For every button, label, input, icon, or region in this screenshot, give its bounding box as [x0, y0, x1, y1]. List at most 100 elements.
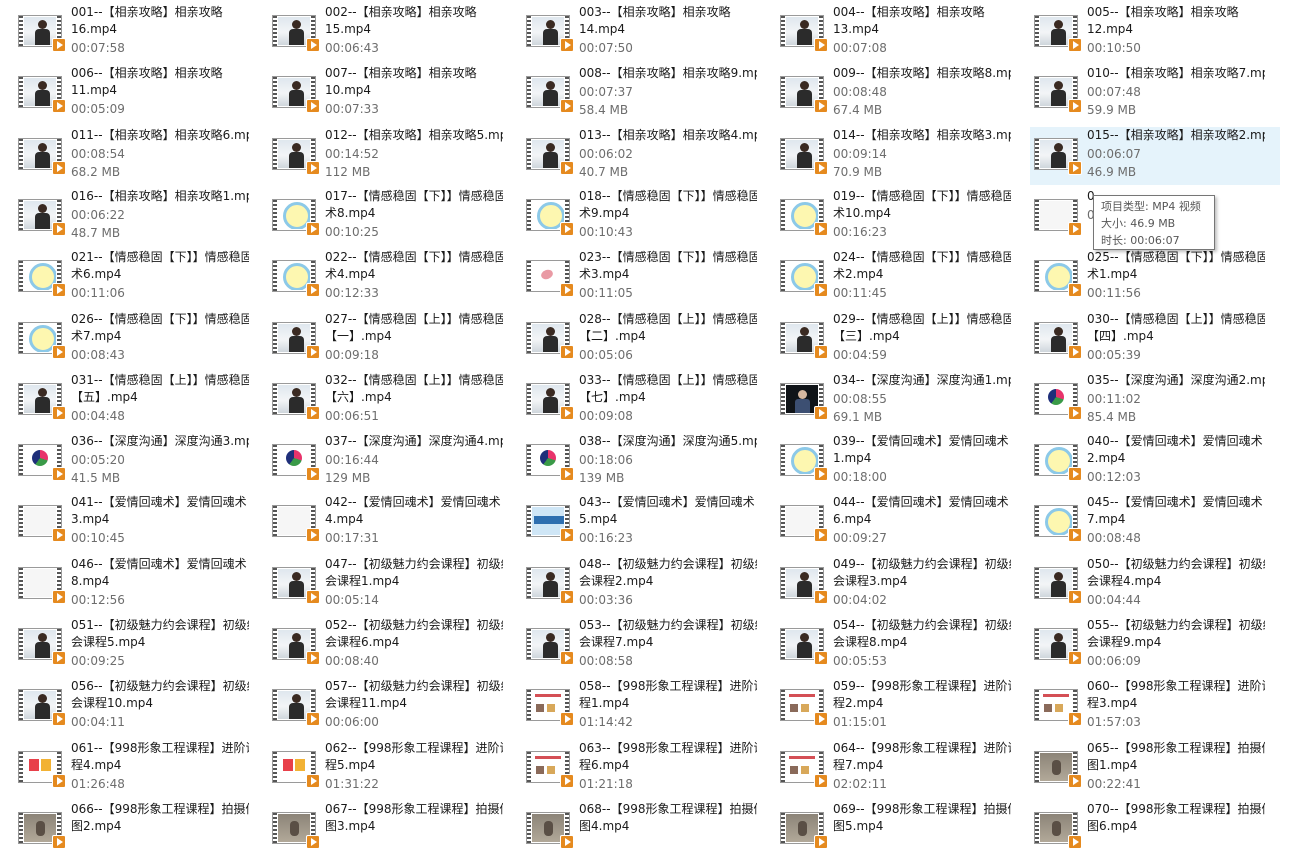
file-item[interactable]: 035--【深度沟通】深度沟通2.mp4 00:11:02 85.4 MB — [1016, 372, 1266, 430]
file-item[interactable]: 053--【初级魅力约会课程】初级约 会课程7.mp4 00:08:58 — [508, 617, 758, 675]
play-badge-icon — [814, 528, 828, 542]
file-item[interactable]: 069--【998形象工程课程】拍摄修 图5.mp4 — [762, 801, 1012, 859]
file-duration: 00:08:48 — [833, 85, 887, 99]
file-item[interactable]: 009--【相亲攻略】相亲攻略8.mp4 00:08:48 67.4 MB — [762, 65, 1012, 123]
video-file-icon — [272, 257, 320, 297]
file-item[interactable]: 051--【初级魅力约会课程】初级约 会课程5.mp4 00:09:25 — [0, 617, 250, 675]
file-name: 010--【相亲攻略】相亲攻略7.mp4 — [1087, 66, 1265, 80]
file-name: 069--【998形象工程课程】拍摄修 图5.mp4 — [833, 802, 1011, 833]
file-item[interactable]: 034--【深度沟通】深度沟通1.mp4 00:08:55 69.1 MB — [762, 372, 1012, 430]
file-item[interactable]: 042--【爱情回魂术】爱情回魂术 4.mp4 00:17:31 — [254, 494, 504, 552]
file-item[interactable]: 001--【相亲攻略】相亲攻略 16.mp4 00:07:58 — [0, 4, 250, 62]
file-item[interactable]: 047--【初级魅力约会课程】初级约 会课程1.mp4 00:05:14 — [254, 556, 504, 614]
file-item[interactable]: 044--【爱情回魂术】爱情回魂术 6.mp4 00:09:27 — [762, 494, 1012, 552]
file-item[interactable]: 005--【相亲攻略】相亲攻略 12.mp4 00:10:50 — [1016, 4, 1266, 62]
file-item[interactable]: 006--【相亲攻略】相亲攻略 11.mp4 00:05:09 — [0, 65, 250, 123]
file-item[interactable]: 012--【相亲攻略】相亲攻略5.mp4 00:14:52 112 MB — [254, 127, 504, 185]
file-item[interactable]: 008--【相亲攻略】相亲攻略9.mp4 00:07:37 58.4 MB — [508, 65, 758, 123]
file-item[interactable]: 031--【情感稳固【上】】情感稳固 【五】.mp4 00:04:48 — [0, 372, 250, 430]
file-item[interactable]: 049--【初级魅力约会课程】初级约 会课程3.mp4 00:04:02 — [762, 556, 1012, 614]
play-badge-icon — [814, 222, 828, 236]
file-item[interactable]: 065--【998形象工程课程】拍摄修 图1.mp4 00:22:41 — [1016, 740, 1266, 798]
file-item[interactable]: 052--【初级魅力约会课程】初级约 会课程6.mp4 00:08:40 — [254, 617, 504, 675]
file-item[interactable]: 055--【初级魅力约会课程】初级约 会课程9.mp4 00:06:09 — [1016, 617, 1266, 675]
file-item[interactable]: 057--【初级魅力约会课程】初级约 会课程11.mp4 00:06:00 — [254, 678, 504, 736]
file-name: 034--【深度沟通】深度沟通1.mp4 — [833, 373, 1011, 387]
file-duration: 00:07:33 — [325, 102, 379, 116]
play-badge-icon — [814, 590, 828, 604]
video-file-icon — [526, 686, 574, 726]
file-item[interactable]: 036--【深度沟通】深度沟通3.mp4 00:05:20 41.5 MB — [0, 433, 250, 491]
file-item[interactable]: 032--【情感稳固【上】】情感稳固 【六】.mp4 00:06:51 — [254, 372, 504, 430]
file-item[interactable]: 014--【相亲攻略】相亲攻略3.mp4 00:09:14 70.9 MB — [762, 127, 1012, 185]
file-name: 033--【情感稳固【上】】情感稳固 【七】.mp4 — [579, 373, 757, 404]
file-item[interactable]: 043--【爱情回魂术】爱情回魂术 5.mp4 00:16:23 — [508, 494, 758, 552]
video-file-icon — [272, 12, 320, 52]
file-item[interactable]: 060--【998形象工程课程】进阶课 程3.mp4 01:57:03 — [1016, 678, 1266, 736]
file-duration: 00:12:56 — [71, 593, 125, 607]
video-file-icon — [1034, 686, 1082, 726]
file-item[interactable]: 061--【998形象工程课程】进阶课 程4.mp4 01:26:48 — [0, 740, 250, 798]
file-item[interactable]: 054--【初级魅力约会课程】初级约 会课程8.mp4 00:05:53 — [762, 617, 1012, 675]
play-badge-icon — [52, 651, 66, 665]
file-item[interactable]: 022--【情感稳固【下】】情感稳固 术4.mp4 00:12:33 — [254, 249, 504, 307]
file-name: 026--【情感稳固【下】】情感稳固 术7.mp4 — [71, 312, 249, 343]
file-item[interactable]: 062--【998形象工程课程】进阶课 程5.mp4 01:31:22 — [254, 740, 504, 798]
file-item[interactable]: 016--【相亲攻略】相亲攻略1.mp4 00:06:22 48.7 MB — [0, 188, 250, 246]
file-item[interactable]: 003--【相亲攻略】相亲攻略 14.mp4 00:07:50 — [508, 4, 758, 62]
file-item[interactable]: 064--【998形象工程课程】进阶课 程7.mp4 02:02:11 — [762, 740, 1012, 798]
file-duration: 00:08:55 — [833, 392, 887, 406]
file-item[interactable]: 040--【爱情回魂术】爱情回魂术 2.mp4 00:12:03 — [1016, 433, 1266, 491]
file-item[interactable]: 013--【相亲攻略】相亲攻略4.mp4 00:06:02 40.7 MB — [508, 127, 758, 185]
file-item[interactable]: 059--【998形象工程课程】进阶课 程2.mp4 01:15:01 — [762, 678, 1012, 736]
file-item[interactable]: 063--【998形象工程课程】进阶课 程6.mp4 01:21:18 — [508, 740, 758, 798]
file-item[interactable]: 067--【998形象工程课程】拍摄修 图3.mp4 — [254, 801, 504, 859]
file-item[interactable]: 015--【相亲攻略】相亲攻略2.mp4 00:06:07 46.9 MB — [1030, 127, 1280, 185]
file-duration: 00:17:31 — [325, 531, 379, 545]
file-item[interactable]: 011--【相亲攻略】相亲攻略6.mp4 00:08:54 68.2 MB — [0, 127, 250, 185]
play-badge-icon — [560, 651, 574, 665]
file-item[interactable]: 048--【初级魅力约会课程】初级约 会课程2.mp4 00:03:36 — [508, 556, 758, 614]
play-badge-icon — [560, 283, 574, 297]
file-item[interactable]: 025--【情感稳固【下】】情感稳固 术1.mp4 00:11:56 — [1016, 249, 1266, 307]
file-item[interactable]: 021--【情感稳固【下】】情感稳固 术6.mp4 00:11:06 — [0, 249, 250, 307]
file-item[interactable]: 026--【情感稳固【下】】情感稳固 术7.mp4 00:08:43 — [0, 311, 250, 369]
file-item[interactable]: 017--【情感稳固【下】】情感稳固 术8.mp4 00:10:25 — [254, 188, 504, 246]
file-item[interactable]: 070--【998形象工程课程】拍摄修 图6.mp4 — [1016, 801, 1266, 859]
file-item[interactable]: 058--【998形象工程课程】进阶课 程1.mp4 01:14:42 — [508, 678, 758, 736]
file-item[interactable]: 004--【相亲攻略】相亲攻略 13.mp4 00:07:08 — [762, 4, 1012, 62]
file-item[interactable]: 037--【深度沟通】深度沟通4.mp4 00:16:44 129 MB — [254, 433, 504, 491]
file-name: 041--【爱情回魂术】爱情回魂术 3.mp4 — [71, 495, 247, 526]
file-item[interactable]: 045--【爱情回魂术】爱情回魂术 7.mp4 00:08:48 — [1016, 494, 1266, 552]
file-item[interactable]: 030--【情感稳固【上】】情感稳固 【四】.mp4 00:05:39 — [1016, 311, 1266, 369]
file-item[interactable]: 018--【情感稳固【下】】情感稳固 术9.mp4 00:10:43 — [508, 188, 758, 246]
file-item[interactable]: 046--【爱情回魂术】爱情回魂术 8.mp4 00:12:56 — [0, 556, 250, 614]
video-file-icon — [780, 12, 828, 52]
file-name: 067--【998形象工程课程】拍摄修 图3.mp4 — [325, 802, 503, 833]
play-badge-icon — [560, 99, 574, 113]
file-item[interactable]: 007--【相亲攻略】相亲攻略 10.mp4 00:07:33 — [254, 65, 504, 123]
file-item[interactable]: 033--【情感稳固【上】】情感稳固 【七】.mp4 00:09:08 — [508, 372, 758, 430]
file-item[interactable]: 066--【998形象工程课程】拍摄修 图2.mp4 — [0, 801, 250, 859]
video-file-icon — [1034, 12, 1082, 52]
file-item[interactable]: 024--【情感稳固【下】】情感稳固 术2.mp4 00:11:45 — [762, 249, 1012, 307]
video-file-icon — [272, 686, 320, 726]
file-duration: 01:15:01 — [833, 715, 887, 729]
file-item[interactable]: 050--【初级魅力约会课程】初级约 会课程4.mp4 00:04:44 — [1016, 556, 1266, 614]
file-name: 050--【初级魅力约会课程】初级约 会课程4.mp4 — [1087, 557, 1265, 588]
file-item[interactable]: 039--【爱情回魂术】爱情回魂术 1.mp4 00:18:00 — [762, 433, 1012, 491]
file-item[interactable]: 010--【相亲攻略】相亲攻略7.mp4 00:07:48 59.9 MB — [1016, 65, 1266, 123]
file-size: 139 MB — [579, 471, 625, 485]
play-badge-icon — [814, 467, 828, 481]
file-item[interactable]: 029--【情感稳固【上】】情感稳固 【三】.mp4 00:04:59 — [762, 311, 1012, 369]
file-item[interactable]: 023--【情感稳固【下】】情感稳固 术3.mp4 00:11:05 — [508, 249, 758, 307]
file-item[interactable]: 038--【深度沟通】深度沟通5.mp4 00:18:06 139 MB — [508, 433, 758, 491]
file-duration: 00:04:02 — [833, 593, 887, 607]
file-item[interactable]: 027--【情感稳固【上】】情感稳固 【一】.mp4 00:09:18 — [254, 311, 504, 369]
file-item[interactable]: 056--【初级魅力约会课程】初级约 会课程10.mp4 00:04:11 — [0, 678, 250, 736]
file-item[interactable]: 002--【相亲攻略】相亲攻略 15.mp4 00:06:43 — [254, 4, 504, 62]
file-item[interactable]: 041--【爱情回魂术】爱情回魂术 3.mp4 00:10:45 — [0, 494, 250, 552]
file-item[interactable]: 068--【998形象工程课程】拍摄修 图4.mp4 — [508, 801, 758, 859]
file-item[interactable]: 019--【情感稳固【下】】情感稳固 术10.mp4 00:16:23 — [762, 188, 1012, 246]
file-item[interactable]: 028--【情感稳固【上】】情感稳固 【二】.mp4 00:05:06 — [508, 311, 758, 369]
